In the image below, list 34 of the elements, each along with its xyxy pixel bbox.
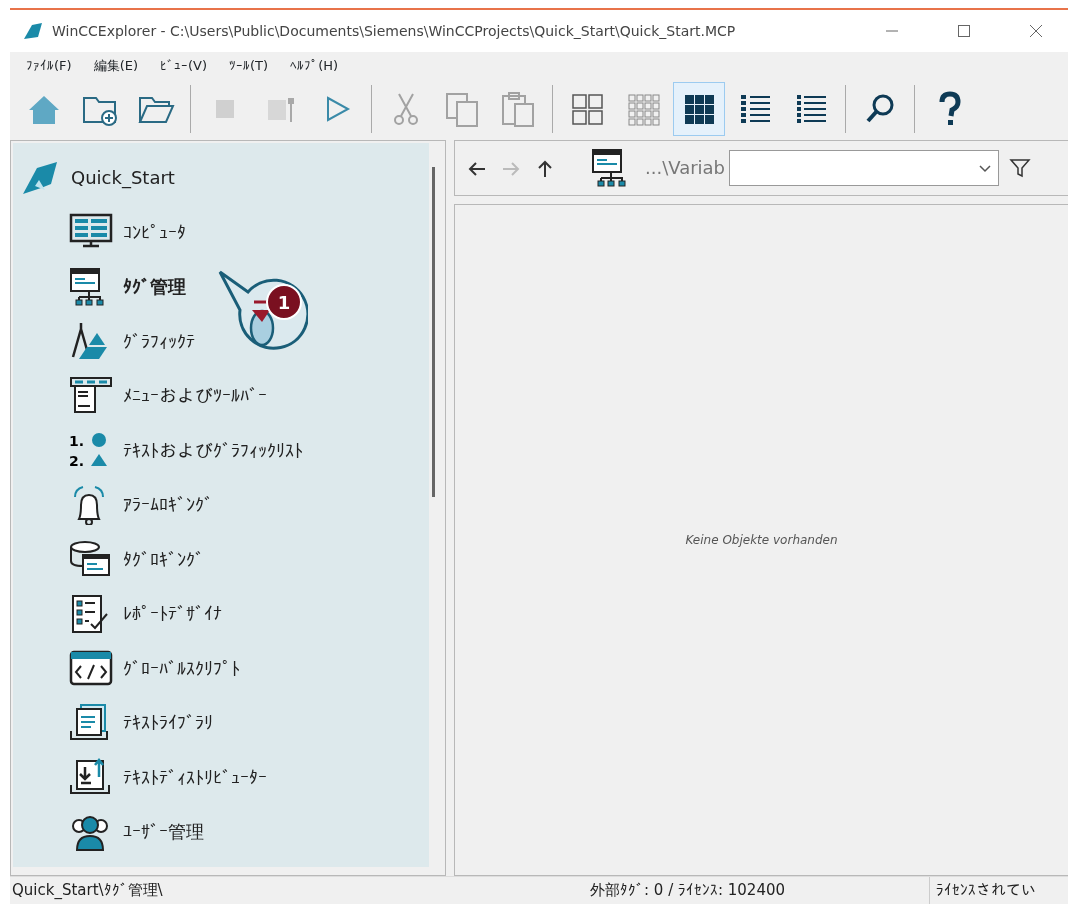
- tree-item[interactable]: ｱﾗｰﾑﾛｷﾞﾝｸﾞ: [123, 491, 213, 519]
- tree-item[interactable]: ﾀｸﾞﾛｷﾞﾝｸﾞ: [123, 545, 204, 573]
- path-text: ...\Variab: [645, 156, 726, 180]
- app-logo-icon: [22, 21, 44, 41]
- close-icon: [1029, 24, 1043, 38]
- tree-item[interactable]: ﾒﾆｭｰおよびﾂｰﾙﾊﾞｰ: [123, 382, 267, 410]
- vertical-scrollbar[interactable]: [432, 166, 435, 497]
- tree-item[interactable]: ﾕｰｻﾞｰ管理: [123, 818, 204, 846]
- dropdown-caret-icon: [978, 162, 993, 173]
- tree-item[interactable]: ｸﾞﾛｰﾊﾞﾙｽｸﾘﾌﾟﾄ: [123, 654, 240, 682]
- tree-item[interactable]: ﾃｷｽﾄおよびｸﾞﾗﾌｨｯｸﾘｽﾄ: [123, 436, 303, 464]
- paste-icon: [499, 89, 537, 128]
- menu-window-icon: [69, 375, 113, 416]
- menu-item[interactable]: 編集(E): [85, 54, 146, 78]
- status-tag-count: 外部ﾀｸﾞ: 0 / ﾗｲｾﾝｽ: 102400: [590, 880, 786, 902]
- tree-item[interactable]: ﾃｷｽﾄﾗｲﾌﾞﾗﾘ: [123, 709, 213, 737]
- menu-item[interactable]: ﾋﾞｭｰ(V): [152, 54, 216, 78]
- status-path: Quick_Start\ﾀｸﾞ管理\: [11, 880, 164, 902]
- empty-message: Keine Objekte vorhanden: [685, 531, 838, 549]
- menu-item[interactable]: ﾍﾙﾌﾟ(H): [282, 54, 347, 78]
- filter-icon[interactable]: [1009, 156, 1032, 179]
- maximize-icon: [957, 24, 971, 38]
- tree-item[interactable]: ﾃｷｽﾄﾃﾞｨｽﾄﾘﾋﾞｭｰﾀｰ: [123, 763, 267, 791]
- tree-item[interactable]: ﾚﾎﾟｰﾄﾃﾞｻﾞｲﾅ: [123, 600, 222, 628]
- tree-root-label[interactable]: Quick_Start: [71, 164, 175, 192]
- tiles-button[interactable]: [673, 81, 725, 136]
- tree-item[interactable]: ﾀｸﾞ管理: [123, 273, 186, 301]
- tree-item[interactable]: ｺﾝﾋﾟｭｰﾀ: [123, 218, 186, 246]
- menu-item[interactable]: ﾌｧｲﾙ(F): [18, 54, 80, 78]
- menu-item[interactable]: ﾂｰﾙ(T): [221, 54, 277, 78]
- tree-item[interactable]: ｸﾞﾗﾌｨｯｸﾃ: [123, 327, 195, 355]
- window-title: WinCCExplorer - C:\Users\Public\Documents\Siemens\WinCCProjects\Quick_Start\Quick_Start.MCP: [52, 21, 737, 41]
- status-license: ﾗｲｾﾝｽされてい: [935, 880, 1037, 902]
- filter-dropdown[interactable]: [729, 149, 1000, 186]
